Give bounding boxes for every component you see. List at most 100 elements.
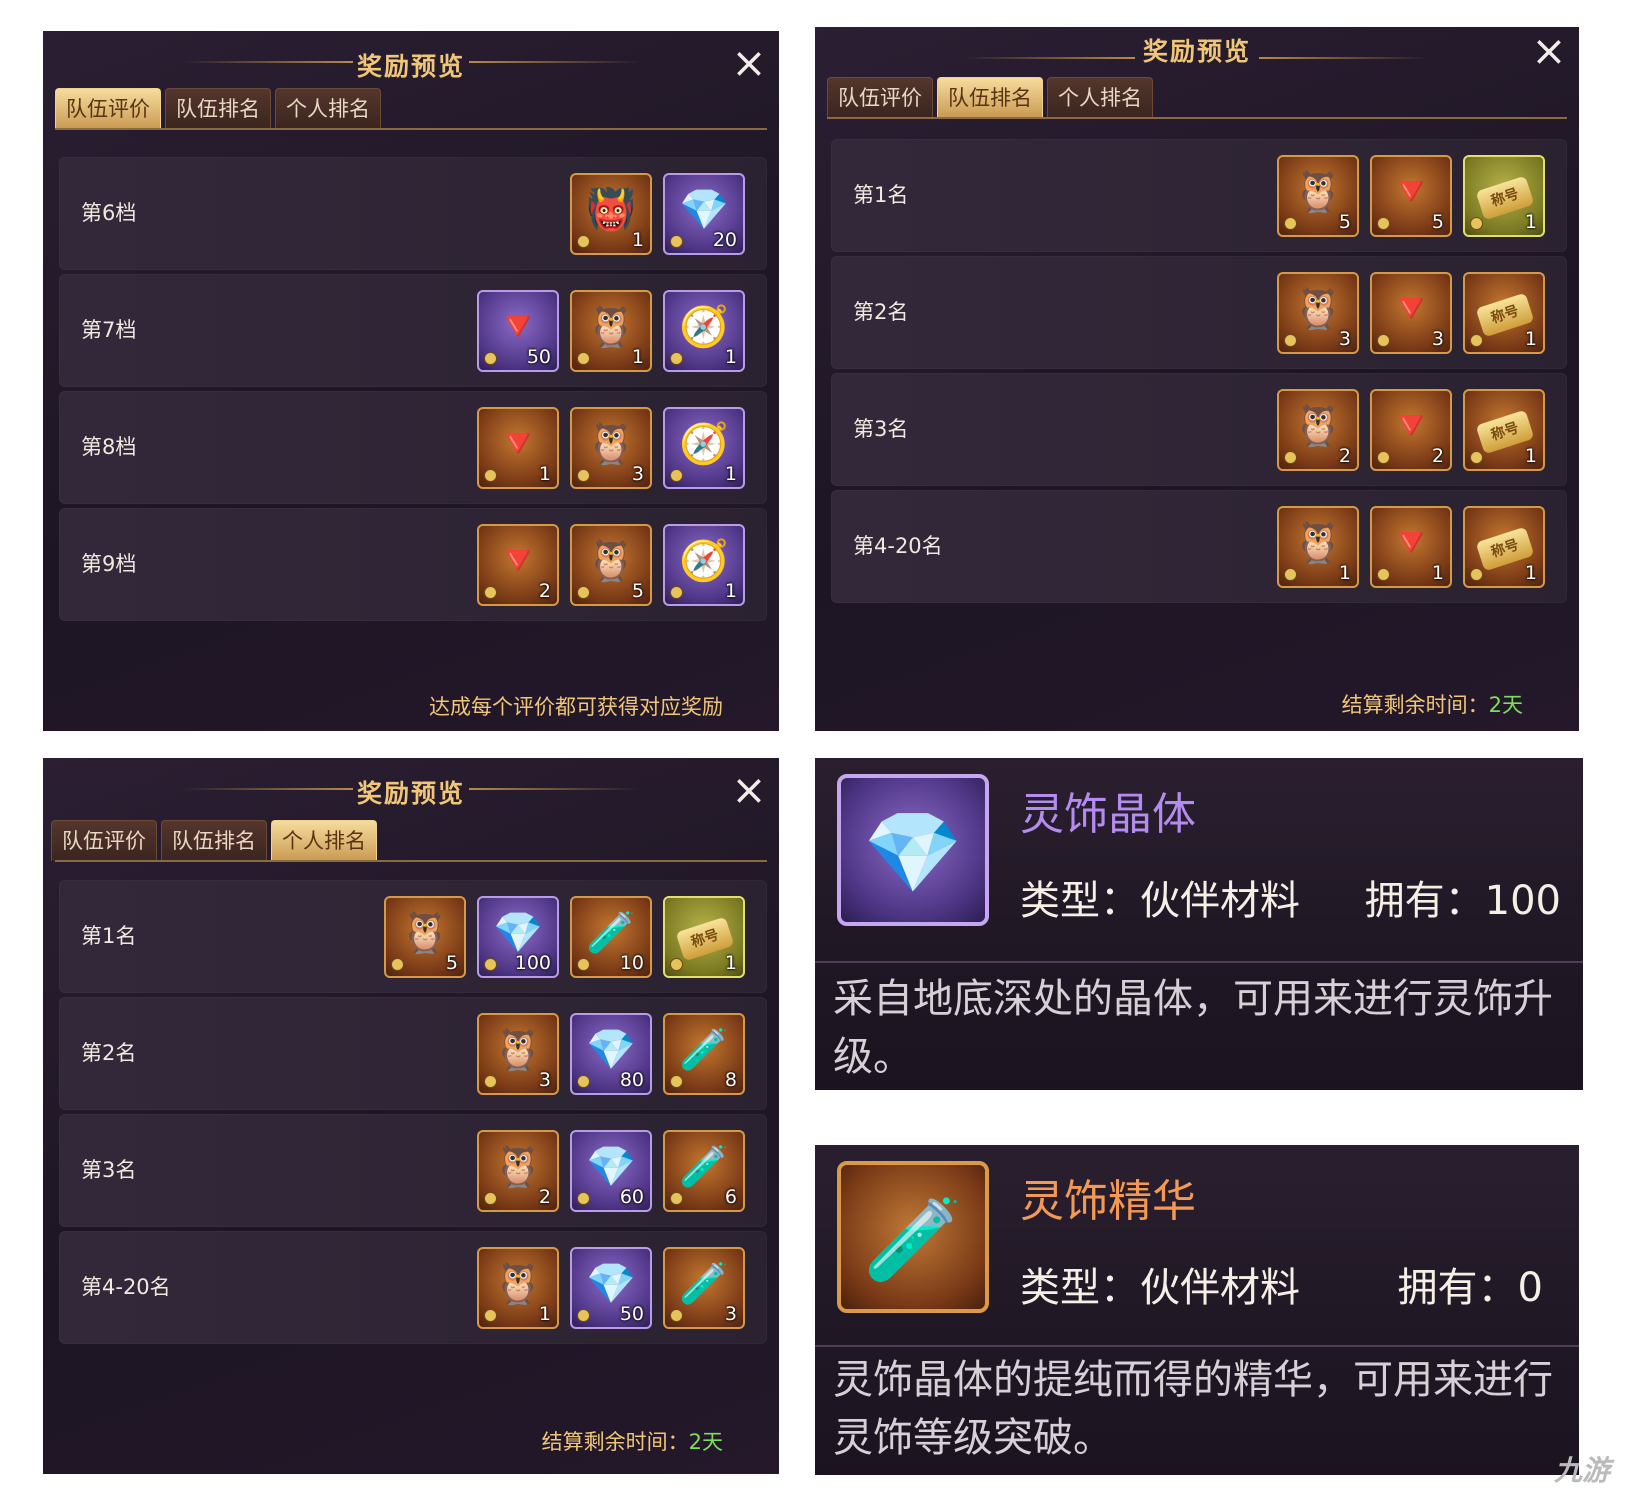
reward-item[interactable]: 🦉 1 [1277, 506, 1359, 588]
item-quantity: 6 [724, 1186, 737, 1208]
reward-items: 🔻 50 🦉 1 🧭 1 [477, 290, 745, 372]
reward-item[interactable]: 🦉 1 [570, 290, 652, 372]
reward-item[interactable]: 🧪 3 [663, 1247, 745, 1329]
reward-item[interactable]: 🦉 3 [1277, 272, 1359, 354]
reward-item[interactable]: 称号 1 [1463, 506, 1545, 588]
reward-row: 第7档 🔻 50 🦉 1 🧭 1 [59, 274, 767, 387]
tier-label: 第9档 [81, 552, 137, 576]
reward-item[interactable]: 🦉 3 [477, 1013, 559, 1095]
red-shard-icon: 🔻 [1386, 286, 1436, 332]
tier-label: 第3名 [853, 417, 909, 441]
bound-icon [484, 1192, 497, 1205]
reward-row: 第4-20名 🦉 1 💎 50 🧪 3 [59, 1231, 767, 1344]
reward-item[interactable]: 🧪 6 [663, 1130, 745, 1212]
spirit-crystal-icon: 💎 [586, 1144, 636, 1190]
bound-icon [484, 1075, 497, 1088]
tab-divider [827, 117, 1567, 119]
item-description: 采自地底深处的晶体，可用来进行灵饰升级。 [833, 976, 1553, 1080]
reward-item[interactable]: 称号 1 [1463, 389, 1545, 471]
tab-team-eval[interactable]: 队伍评价 [827, 77, 933, 118]
reward-item[interactable]: 称号 1 [663, 896, 745, 978]
close-button[interactable]: × [1529, 30, 1569, 72]
bound-icon [1470, 568, 1483, 581]
item-quantity: 10 [619, 952, 644, 974]
settlement-label: 结算剩余时间： [1341, 693, 1489, 717]
item-quantity: 1 [631, 346, 644, 368]
reward-item[interactable]: 💎 50 [570, 1247, 652, 1329]
bound-icon [577, 1075, 590, 1088]
item-quantity: 3 [538, 1069, 551, 1091]
red-shard-icon: 🔻 [1386, 169, 1436, 215]
close-button[interactable]: × [729, 42, 769, 84]
reward-item[interactable]: 🦉 2 [1277, 389, 1359, 471]
reward-item[interactable]: 🧭 1 [663, 407, 745, 489]
item-quantity: 2 [538, 1186, 551, 1208]
tab-team-rank[interactable]: 队伍排名 [161, 820, 267, 861]
close-button[interactable]: × [729, 769, 769, 811]
divider [815, 961, 1583, 963]
bound-icon [391, 958, 404, 971]
reward-item[interactable]: 🦉 5 [570, 524, 652, 606]
compass-icon: 🧭 [679, 538, 729, 584]
reward-item[interactable]: 🦉 3 [570, 407, 652, 489]
reward-item[interactable]: 🧭 1 [663, 290, 745, 372]
reward-row: 第4-20名 🦉 1 🔻 1 称号 1 [831, 490, 1567, 603]
tab-personal-rank[interactable]: 个人排名 [271, 820, 377, 861]
item-quantity: 3 [1338, 328, 1351, 350]
compass-icon: 🧭 [679, 304, 729, 350]
bound-icon [1284, 334, 1297, 347]
reward-item[interactable]: 🔻 2 [1370, 389, 1452, 471]
reward-item[interactable]: 👹 1 [570, 173, 652, 255]
reward-item[interactable]: 称号 1 [1463, 272, 1545, 354]
reward-item[interactable]: 🧪 10 [570, 896, 652, 978]
bound-icon [484, 586, 497, 599]
reward-row: 第2名 🦉 3 🔻 3 称号 1 [831, 256, 1567, 369]
reward-row: 第9档 🔻 2 🦉 5 🧭 1 [59, 508, 767, 621]
tab-team-eval[interactable]: 队伍评价 [55, 88, 161, 129]
reward-item[interactable]: 🦉 5 [384, 896, 466, 978]
reward-items: 👹 1 💎 20 [570, 173, 745, 255]
tab-team-rank[interactable]: 队伍排名 [165, 88, 271, 129]
reward-item[interactable]: 称号 1 [1463, 155, 1545, 237]
item-tooltip-crystal: 💎 灵饰晶体 类型：伙伴材料 拥有：100 采自地底深处的晶体，可用来进行灵饰升… [815, 758, 1583, 1090]
reward-item[interactable]: 💎 100 [477, 896, 559, 978]
item-name: 灵饰精华 [1020, 1176, 1196, 1227]
reward-item[interactable]: 🔻 3 [1370, 272, 1452, 354]
item-quantity: 1 [1524, 211, 1537, 233]
reward-item[interactable]: 🔻 1 [477, 407, 559, 489]
bound-icon [670, 1075, 683, 1088]
tab-team-rank[interactable]: 队伍排名 [937, 77, 1043, 118]
reward-row: 第1名 🦉 5 🔻 5 称号 1 [831, 139, 1567, 252]
tab-team-eval[interactable]: 队伍评价 [51, 820, 157, 861]
bound-icon [670, 469, 683, 482]
owl-chest-icon: 🦉 [400, 910, 450, 956]
reward-item[interactable]: 🦉 1 [477, 1247, 559, 1329]
spirit-crystal-icon: 💎 [679, 187, 729, 233]
reward-item[interactable]: 💎 80 [570, 1013, 652, 1095]
watermark-logo: 九游 [1553, 1454, 1610, 1487]
item-quantity: 1 [1431, 562, 1444, 584]
reward-item[interactable]: 🧭 1 [663, 524, 745, 606]
tab-bar: 队伍评价 队伍排名 个人排名 [55, 88, 381, 129]
reward-item[interactable]: 🦉 2 [477, 1130, 559, 1212]
reward-item[interactable]: 🔻 1 [1370, 506, 1452, 588]
reward-row: 第3名 🦉 2 🔻 2 称号 1 [831, 373, 1567, 486]
bound-icon [577, 958, 590, 971]
reward-items: 🔻 1 🦉 3 🧭 1 [477, 407, 745, 489]
item-tooltip-essence: 🧪 灵饰精华 类型：伙伴材料 拥有：0 灵饰晶体的提纯而得的精华，可用来进行灵饰… [815, 1145, 1579, 1475]
reward-items: 🦉 2 💎 60 🧪 6 [477, 1130, 745, 1212]
red-shard-icon: 🔻 [493, 421, 543, 467]
bound-icon [670, 1309, 683, 1322]
reward-item[interactable]: 🔻 50 [477, 290, 559, 372]
reward-items: 🦉 5 💎 100 🧪 10 称号 1 [384, 896, 745, 978]
tab-personal-rank[interactable]: 个人排名 [1047, 77, 1153, 118]
reward-item[interactable]: 💎 60 [570, 1130, 652, 1212]
reward-row: 第8档 🔻 1 🦉 3 🧭 1 [59, 391, 767, 504]
reward-item[interactable]: 💎 20 [663, 173, 745, 255]
reward-item[interactable]: 🧪 8 [663, 1013, 745, 1095]
reward-item[interactable]: 🦉 5 [1277, 155, 1359, 237]
reward-item[interactable]: 🔻 5 [1370, 155, 1452, 237]
tab-personal-rank[interactable]: 个人排名 [275, 88, 381, 129]
reward-item[interactable]: 🔻 2 [477, 524, 559, 606]
compass-icon: 🧭 [679, 421, 729, 467]
